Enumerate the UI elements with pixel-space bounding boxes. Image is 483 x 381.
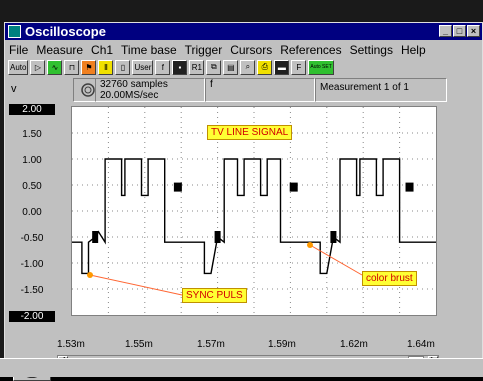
info-bar: v 32760 samples 20.00MS/sec f Measuremen… — [5, 78, 482, 102]
color-burst-annotation: color brust — [362, 271, 417, 286]
menu-bar: File Measure Ch1 Time base Trigger Curso… — [5, 41, 482, 58]
signal-mark — [289, 182, 298, 192]
y-tick-label: -1.00 — [20, 259, 44, 270]
burst-mark — [214, 231, 221, 243]
y-tick-label: 0.00 — [22, 207, 42, 218]
auto-set-button[interactable]: Auto SET — [308, 59, 334, 75]
toolbar: Auto ▷ ∿ ⊓ ⚑ Ⅱ ▯ User f ▪ R1 ⧉ ▤ ⌕ ⎙ ▬ F… — [5, 58, 482, 76]
menu-time-base[interactable]: Time base — [117, 43, 181, 57]
sample-rate: 20.00MS/sec — [100, 90, 159, 101]
voltage-unit-label: v — [11, 83, 17, 95]
signal-mark — [173, 182, 182, 192]
freeze-button[interactable]: F — [291, 59, 307, 75]
sync-pulse-annotation: SYNC PULS — [182, 288, 247, 303]
plot-area: 2.00 1.50 1.00 0.50 0.00 -0.50 -1.00 -1.… — [5, 103, 482, 381]
signal-mark — [405, 182, 414, 192]
x-tick-label: 1.55m — [125, 339, 153, 350]
y-tick-label: 0.50 — [22, 181, 42, 192]
x-tick-label: 1.53m — [57, 339, 85, 350]
color-burst-arrow — [309, 244, 363, 276]
minimize-button[interactable]: _ — [439, 25, 452, 37]
menu-ch1[interactable]: Ch1 — [87, 43, 117, 57]
menu-file[interactable]: File — [5, 43, 32, 57]
samples-count: 32760 samples — [100, 79, 168, 90]
user-button[interactable]: User — [132, 59, 154, 75]
burst-mark — [92, 231, 99, 243]
color-burst-arrow-head — [307, 242, 313, 248]
zoom-icon[interactable]: ⌕ — [240, 59, 256, 75]
y-tick-label: 1.00 — [22, 155, 42, 166]
title-bar[interactable]: Oscilloscope _ □ × — [5, 23, 482, 40]
print-icon[interactable]: ⎙ — [257, 59, 273, 75]
waveform-display[interactable]: TV LINE SIGNAL SYNC PULS color brust — [71, 106, 437, 316]
trigger-edge-icon[interactable]: f — [155, 59, 171, 75]
y-tick-label: -2.00 — [9, 311, 55, 322]
menu-help[interactable]: Help — [397, 43, 430, 57]
copy-icon[interactable]: ⧉ — [206, 59, 222, 75]
menu-trigger[interactable]: Trigger — [181, 43, 227, 57]
tv-line-annotation: TV LINE SIGNAL — [207, 125, 293, 140]
status-bar — [0, 358, 483, 377]
step-icon[interactable]: ⊓ — [64, 59, 80, 75]
trigger-symbol: f — [210, 79, 213, 90]
close-button[interactable]: × — [467, 25, 480, 37]
chip-icon[interactable]: ▪ — [172, 59, 188, 75]
sync-arrow — [89, 274, 183, 296]
play-icon[interactable]: ▷ — [30, 59, 46, 75]
x-tick-label: 1.62m — [340, 339, 368, 350]
menu-settings[interactable]: Settings — [346, 43, 397, 57]
waveform-icon[interactable]: ∿ — [47, 59, 63, 75]
waveform-trace — [72, 158, 436, 275]
probe-icon[interactable]: ⚑ — [81, 59, 97, 75]
y-tick-label: -0.50 — [20, 233, 44, 244]
r1-reference-button[interactable]: R1 — [189, 59, 205, 75]
trigger-info: f — [205, 78, 315, 102]
menu-cursors[interactable]: Cursors — [226, 43, 276, 57]
window-title: Oscilloscope — [25, 24, 106, 39]
oscilloscope-window: Oscilloscope _ □ × File Measure Ch1 Time… — [4, 22, 483, 381]
maximize-button[interactable]: □ — [453, 25, 466, 37]
sampling-info: 32760 samples 20.00MS/sec — [95, 78, 205, 102]
paste-icon[interactable]: ▤ — [223, 59, 239, 75]
y-tick-label: 1.50 — [22, 129, 42, 140]
x-tick-label: 1.57m — [197, 339, 225, 350]
menu-references[interactable]: References — [276, 43, 345, 57]
page-icon[interactable]: ▯ — [115, 59, 131, 75]
y-tick-label: 2.00 — [9, 104, 55, 115]
pause-icon[interactable]: Ⅱ — [98, 59, 114, 75]
x-tick-label: 1.64m — [407, 339, 435, 350]
menu-measure[interactable]: Measure — [32, 43, 87, 57]
app-icon — [8, 25, 21, 38]
auto-button[interactable]: Auto — [8, 59, 29, 75]
display-icon[interactable]: ▬ — [274, 59, 290, 75]
y-tick-label: -1.50 — [20, 285, 44, 296]
burst-mark — [330, 231, 337, 243]
measurement-info: Measurement 1 of 1 — [315, 78, 447, 102]
x-tick-label: 1.59m — [268, 339, 296, 350]
sync-arrow-head — [87, 272, 93, 278]
